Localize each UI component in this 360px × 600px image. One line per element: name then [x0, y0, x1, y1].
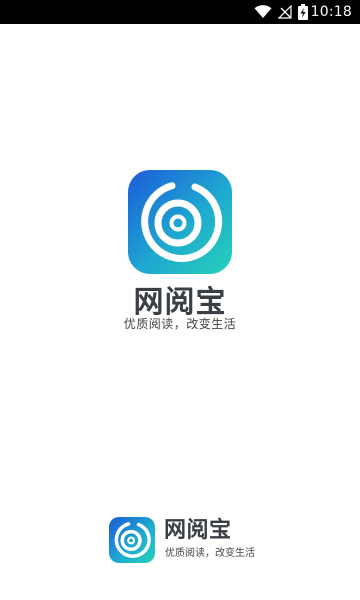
- app-slogan: 优质阅读，改变生活: [123, 317, 237, 331]
- wifi-icon: [254, 0, 272, 24]
- status-bar: 10:18: [0, 0, 360, 24]
- footer-slogan: 优质阅读，改变生活: [165, 548, 255, 559]
- battery-charging-icon: [298, 0, 308, 24]
- footer-app-name: 网阅宝: [164, 518, 232, 543]
- status-time: 10:18: [310, 4, 352, 20]
- footer-logo-icon: [109, 517, 155, 563]
- signal-off-icon: [278, 0, 292, 24]
- app-logo-icon: [128, 170, 232, 274]
